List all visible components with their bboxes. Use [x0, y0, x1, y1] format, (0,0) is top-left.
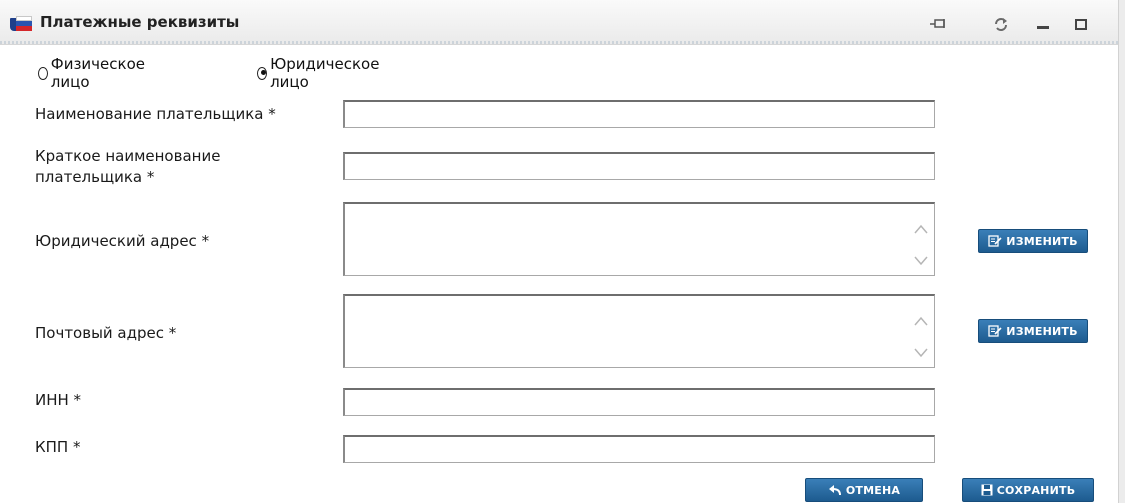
maximize-icon[interactable]	[1072, 16, 1090, 32]
radio-legal-entity[interactable]: Юридическое лицо	[257, 55, 382, 91]
inn-input[interactable]	[343, 388, 935, 416]
scroll-up-icon[interactable]	[913, 312, 929, 326]
postal-address-textarea[interactable]	[343, 294, 935, 368]
radio-legal-entity-circle[interactable]	[257, 66, 268, 80]
save-label: СОХРАНИТЬ	[996, 483, 1076, 497]
edit-postal-address-label: ИЗМЕНИТЬ	[1006, 324, 1078, 338]
payer-name-input[interactable]	[343, 100, 935, 128]
radio-individual[interactable]: Физическое лицо	[38, 55, 148, 91]
cancel-button[interactable]: ОТМЕНА	[805, 478, 923, 502]
save-icon	[981, 484, 993, 496]
legal-address-scrollbar[interactable]	[910, 206, 932, 273]
legal-address-label: Юридический адрес *	[35, 232, 210, 250]
pin-icon[interactable]	[930, 16, 948, 32]
cancel-label: ОТМЕНА	[845, 483, 901, 497]
minimize-icon[interactable]	[1034, 16, 1052, 32]
scroll-up-icon[interactable]	[913, 220, 929, 234]
edit-icon	[988, 325, 1002, 337]
undo-icon	[828, 484, 842, 496]
postal-address-label: Почтовый адрес *	[35, 324, 177, 342]
scroll-down-icon[interactable]	[913, 344, 929, 358]
edit-legal-address-button[interactable]: ИЗМЕНИТЬ	[978, 229, 1088, 253]
window-title: Платежные реквизиты	[40, 13, 240, 31]
postal-address-scrollbar[interactable]	[910, 298, 932, 365]
edit-legal-address-label: ИЗМЕНИТЬ	[1006, 234, 1078, 248]
refresh-icon[interactable]	[992, 16, 1010, 32]
edit-icon	[988, 235, 1002, 247]
app-logo-icon	[10, 16, 32, 32]
window-titlebar: Платежные реквизиты	[0, 0, 1125, 45]
radio-individual-circle[interactable]	[38, 66, 48, 80]
payer-short-name-input[interactable]	[343, 152, 935, 180]
payment-details-window: Платежные реквизиты Физическое лицо Юрид…	[0, 0, 1125, 503]
payer-short-name-label-line1: Краткое наименование	[35, 147, 221, 165]
save-button[interactable]: СОХРАНИТЬ	[962, 478, 1094, 502]
radio-individual-label: Физическое лицо	[50, 55, 145, 91]
scroll-down-icon[interactable]	[913, 252, 929, 266]
payer-short-name-label-line2: плательщика *	[35, 168, 155, 186]
legal-address-textarea[interactable]	[343, 202, 935, 276]
payer-name-label: Наименование плательщика *	[35, 105, 276, 123]
kpp-input[interactable]	[343, 435, 935, 463]
kpp-label: КПП *	[35, 438, 81, 456]
inn-label: ИНН *	[35, 391, 82, 409]
window-edge	[1118, 0, 1125, 503]
edit-postal-address-button[interactable]: ИЗМЕНИТЬ	[978, 319, 1088, 343]
radio-legal-entity-label: Юридическое лицо	[270, 55, 380, 91]
